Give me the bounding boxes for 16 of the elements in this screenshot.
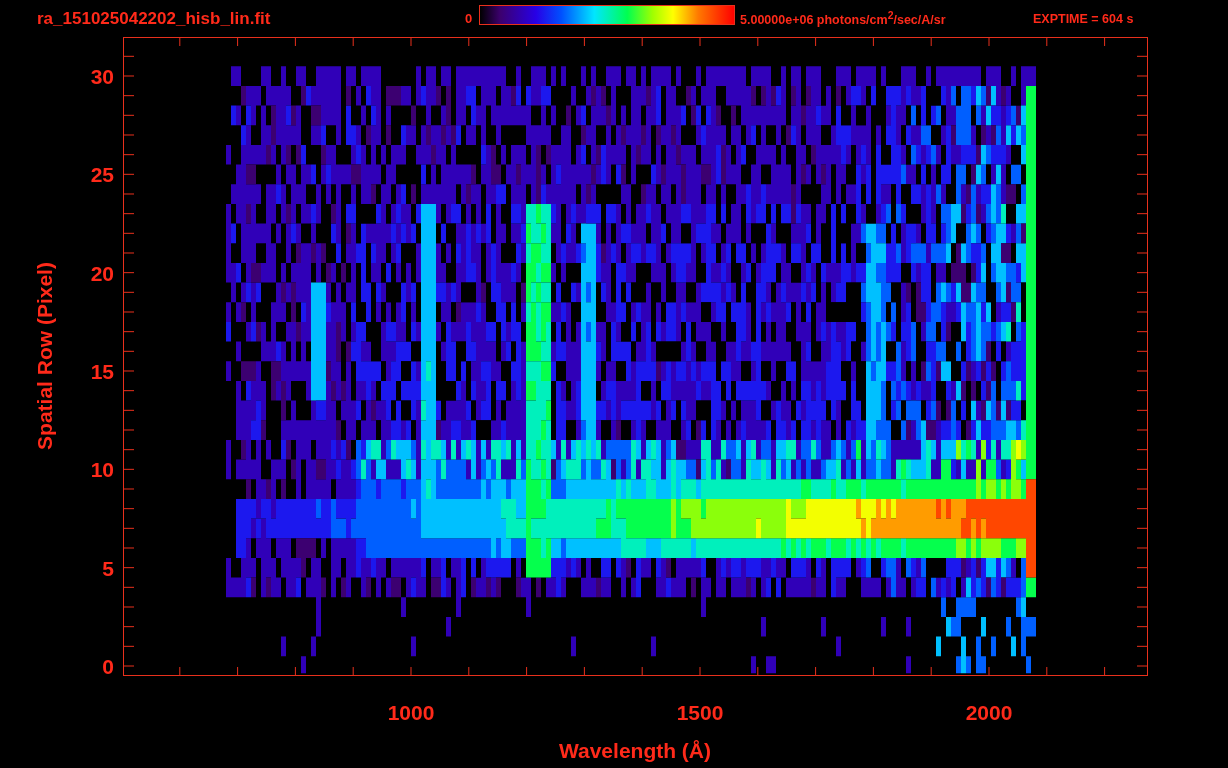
x-tick-label: 1000	[387, 701, 435, 724]
y-tick-label: 30	[90, 65, 114, 88]
exposure-time: EXPTIME = 604 s	[1033, 11, 1134, 26]
y-tick-label: 20	[90, 261, 114, 285]
y-tick-label: 15	[90, 360, 114, 383]
x-tick-label: 1500	[676, 701, 724, 724]
y-axis-label: Spatial Row (Pixel)	[33, 262, 56, 450]
colorbar-min-label: 0	[465, 11, 474, 26]
colorbar-max-label: 5.00000e+06 photons/cm$^{2}$/sec/A/sr	[740, 9, 947, 28]
x-axis-label: Wavelength (Å)	[558, 739, 712, 762]
x-tick-label: 2000	[965, 701, 1013, 724]
y-tick-label: 5	[102, 556, 114, 580]
file-title: ra_151025042202_hisb_lin.fit	[37, 8, 272, 29]
y-tick-label: 25	[90, 163, 114, 187]
y-tick-label: 10	[90, 458, 114, 482]
y-tick-label: 0	[102, 655, 114, 678]
